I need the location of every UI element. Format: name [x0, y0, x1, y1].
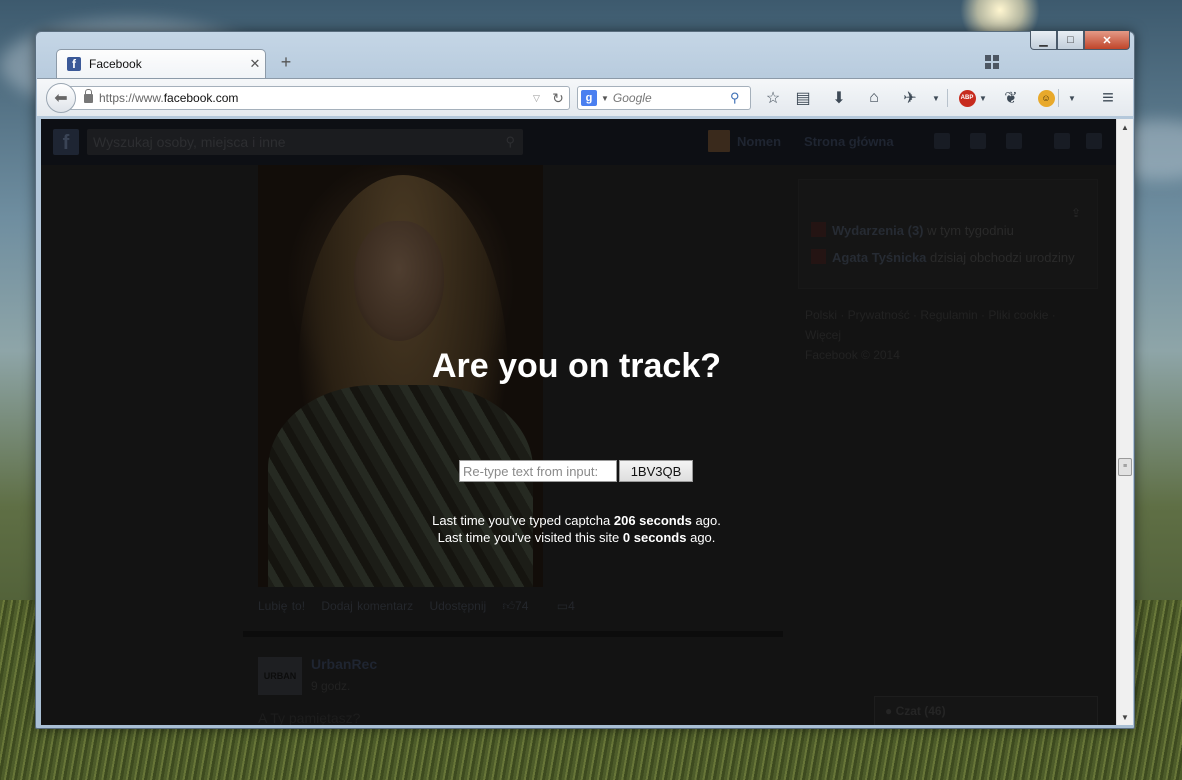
- avatar[interactable]: [708, 130, 730, 152]
- chat-bar[interactable]: ● Czat (46): [874, 696, 1098, 725]
- events-label: Wydarzenia (3): [832, 223, 924, 238]
- addon-dropdown-icon[interactable]: ▼: [926, 88, 946, 108]
- birthday-name: Agata Tyśnicka: [832, 250, 927, 265]
- facebook-search-placeholder: Wyszukaj osoby, miejsca i inne: [93, 134, 286, 150]
- captcha-line1-prefix: Last time you've typed captcha: [432, 513, 614, 528]
- upload-icon[interactable]: ⇪: [1071, 206, 1081, 220]
- captcha-line2-value: 0 seconds: [622, 530, 687, 545]
- tab-facebook[interactable]: f Facebook ✕: [56, 49, 266, 78]
- search-bar[interactable]: g ▼ Google ⚲: [577, 86, 751, 110]
- captcha-line2-prefix: Last time you've visited this site: [437, 530, 623, 545]
- captcha-code-button[interactable]: 1BV3QB: [619, 460, 693, 482]
- page-content: f Wyszukaj osoby, miejsca i inne ⚲ Nomen…: [41, 119, 1117, 725]
- birthday-line[interactable]: Agata Tyśnicka dzisiaj obchodzi urodziny: [811, 249, 1075, 265]
- post-time[interactable]: 9 godz.: [311, 679, 350, 693]
- captcha-last-typed: Last time you've typed captcha 206 secon…: [41, 512, 1112, 529]
- browser-window: ▁ □ ✕ f Facebook ✕ + https://www.faceboo…: [35, 31, 1135, 729]
- feed-divider: [243, 631, 783, 637]
- navigation-toolbar: https://www.facebook.com ▽ ↻ ⬅ g ▼ Googl…: [37, 78, 1133, 116]
- downloads-icon[interactable]: ⬇: [829, 88, 849, 108]
- notifications-icon[interactable]: [1006, 133, 1022, 149]
- page-avatar[interactable]: URBAN: [258, 657, 302, 695]
- calendar-icon: [811, 222, 826, 237]
- facebook-logo-icon[interactable]: f: [53, 129, 79, 155]
- greasemonkey-icon[interactable]: ☺: [1036, 88, 1056, 108]
- settings-icon[interactable]: [1086, 133, 1102, 149]
- adblock-dropdown-icon[interactable]: ▼: [973, 88, 993, 108]
- thumbs-up-icon: 👍︎74: [502, 599, 529, 613]
- friend-requests-icon[interactable]: [934, 133, 950, 149]
- footer-links-text[interactable]: Polski · Prywatność · Regulamin · Pliki …: [805, 305, 1085, 345]
- chat-icon: ●: [885, 704, 893, 718]
- bookmarks-list-icon[interactable]: ▤: [793, 88, 813, 108]
- search-placeholder[interactable]: Google: [613, 91, 730, 105]
- facebook-topbar: f Wyszukaj osoby, miejsca i inne ⚲ Nomen…: [41, 119, 1117, 165]
- events-line[interactable]: Wydarzenia (3) w tym tygodniu: [811, 222, 1014, 238]
- back-button[interactable]: ⬅: [46, 83, 76, 113]
- captcha-line1-suffix: ago.: [691, 513, 721, 528]
- facebook-search-input[interactable]: Wyszukaj osoby, miejsca i inne ⚲: [87, 129, 523, 155]
- post-author[interactable]: UrbanRec: [311, 656, 377, 672]
- home-link[interactable]: Strona główna: [804, 134, 894, 149]
- comments-count[interactable]: 4: [568, 599, 575, 613]
- close-window-button[interactable]: ✕: [1084, 31, 1130, 50]
- vertical-scrollbar[interactable]: ▲ ≡ ▼: [1116, 119, 1133, 725]
- messages-icon[interactable]: [970, 133, 986, 149]
- lock-icon: [84, 88, 93, 103]
- captcha-last-visited: Last time you've visited this site 0 sec…: [41, 529, 1112, 546]
- profile-link[interactable]: Nomen: [737, 134, 781, 149]
- events-suffix: w tym tygodniu: [927, 223, 1014, 238]
- privacy-icon[interactable]: [1054, 133, 1070, 149]
- home-icon[interactable]: ⌂: [864, 88, 884, 108]
- magnifier-icon[interactable]: ⚲: [730, 90, 750, 106]
- url-bar[interactable]: https://www.facebook.com ▽ ↻: [67, 86, 570, 110]
- page-title: Are you on track?: [431, 347, 722, 385]
- greasemonkey-dropdown-icon[interactable]: ▼: [1062, 88, 1082, 108]
- toolbar-separator: [1058, 89, 1059, 107]
- menu-icon[interactable]: ≡: [1098, 87, 1118, 109]
- new-tab-button[interactable]: +: [276, 52, 296, 72]
- extension-icon[interactable]: ❦: [1001, 88, 1021, 108]
- likes-count[interactable]: 74: [515, 599, 528, 613]
- captcha-info: Last time you've typed captcha 206 secon…: [41, 512, 1112, 546]
- scroll-down-icon[interactable]: ▼: [1117, 709, 1133, 725]
- scrollbar-thumb[interactable]: ≡: [1118, 458, 1132, 476]
- post-text: A Ty pamiętasz?: [258, 710, 361, 725]
- maximize-button[interactable]: □: [1057, 31, 1084, 50]
- birthday-suffix: dzisiaj obchodzi urodziny: [930, 250, 1075, 265]
- url-domain: facebook.com: [163, 91, 239, 105]
- share-link[interactable]: Udostępnij: [429, 599, 486, 613]
- tab-close-icon[interactable]: ✕: [245, 56, 265, 72]
- facebook-favicon-icon: f: [67, 57, 81, 71]
- captcha-input[interactable]: [459, 460, 617, 482]
- arrow-left-icon: ⬅: [54, 90, 68, 107]
- addon-icon[interactable]: ✈: [900, 88, 920, 108]
- captcha-line2-suffix: ago.: [686, 530, 716, 545]
- search-icon[interactable]: ⚲: [505, 129, 515, 155]
- comment-link[interactable]: Dodaj komentarz: [321, 599, 413, 613]
- captcha-form: 1BV3QB: [459, 460, 693, 482]
- post-actions: Lubię to! Dodaj komentarz Udostępnij 👍︎7…: [258, 599, 599, 614]
- like-link[interactable]: Lubię to!: [258, 599, 305, 613]
- minimize-button[interactable]: ▁: [1030, 31, 1057, 50]
- toolbar-separator: [947, 89, 948, 107]
- tab-groups-icon[interactable]: [985, 55, 1001, 71]
- photo-face: [354, 221, 444, 341]
- window-controls: ▁ □ ✕: [1030, 31, 1130, 50]
- bookmark-star-icon[interactable]: ☆: [763, 88, 783, 108]
- google-icon[interactable]: g: [581, 90, 597, 106]
- search-engine-dropdown-icon[interactable]: ▼: [601, 94, 609, 103]
- url-prefix: https://www.: [99, 91, 164, 105]
- url-text[interactable]: https://www.facebook.com: [99, 91, 533, 105]
- gift-icon: [811, 249, 826, 264]
- photo-shirt: [268, 385, 533, 587]
- events-box: ⇪ Wydarzenia (3) w tym tygodniu Agata Ty…: [798, 179, 1098, 289]
- scroll-up-icon[interactable]: ▲: [1117, 119, 1133, 135]
- chat-label: Czat (46): [895, 704, 946, 718]
- captcha-line1-value: 206 seconds: [613, 513, 692, 528]
- tab-title: Facebook: [89, 57, 142, 71]
- reload-icon[interactable]: ↻: [547, 90, 569, 107]
- comment-icon: ▭4: [556, 599, 575, 613]
- url-history-dropdown-icon[interactable]: ▽: [533, 93, 547, 104]
